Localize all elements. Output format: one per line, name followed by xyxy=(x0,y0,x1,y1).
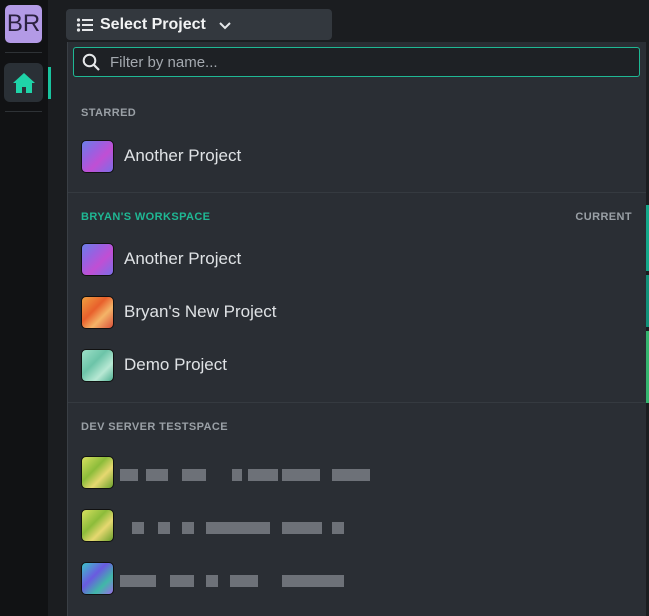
rail-divider xyxy=(5,52,42,53)
project-name: Another Project xyxy=(124,249,242,268)
current-workspace-label: CURRENT xyxy=(575,211,632,223)
project-item[interactable] xyxy=(68,503,646,547)
project-name: Another Project xyxy=(124,146,242,165)
active-indicator xyxy=(48,67,51,99)
left-rail: BR xyxy=(0,0,48,616)
project-dropdown: STARRED Another Project BRYAN'S WORKSPAC… xyxy=(67,42,646,616)
home-icon xyxy=(12,72,35,93)
section-divider xyxy=(68,402,646,403)
project-thumbnail xyxy=(81,139,114,173)
project-name: Demo Project xyxy=(124,355,227,374)
project-item[interactable]: Bryan's New Project xyxy=(68,290,646,334)
filter-input[interactable] xyxy=(108,52,612,72)
redacted-project-name xyxy=(120,575,350,587)
project-thumbnail xyxy=(81,455,114,489)
list-icon xyxy=(76,17,93,32)
project-thumbnail xyxy=(81,508,114,542)
project-item[interactable] xyxy=(68,556,646,600)
avatar-initials: BR xyxy=(6,10,41,37)
user-avatar[interactable]: BR xyxy=(5,5,42,43)
project-item[interactable]: Another Project xyxy=(68,237,646,281)
section-header-workspace: BRYAN'S WORKSPACE xyxy=(81,211,211,223)
section-header-dev-server: DEV SERVER TESTSPACE xyxy=(81,421,228,433)
project-thumbnail xyxy=(81,561,114,595)
project-item[interactable]: Demo Project xyxy=(68,343,646,387)
chevron-down-icon xyxy=(218,21,232,31)
filter-search-box[interactable] xyxy=(73,47,640,77)
project-thumbnail xyxy=(81,242,114,276)
project-thumbnail xyxy=(81,295,114,329)
home-button[interactable] xyxy=(4,63,43,102)
project-thumbnail xyxy=(81,348,114,382)
rail-divider xyxy=(5,111,42,112)
select-project-label: Select Project xyxy=(100,15,206,33)
redacted-project-name xyxy=(120,469,380,481)
select-project-button[interactable]: Select Project xyxy=(66,9,332,40)
project-name: Bryan's New Project xyxy=(124,302,277,321)
project-item[interactable]: Another Project xyxy=(68,134,646,178)
section-header-starred: STARRED xyxy=(81,107,137,119)
project-item[interactable] xyxy=(68,450,646,494)
redacted-project-name xyxy=(128,522,348,534)
section-divider xyxy=(68,192,646,193)
search-icon xyxy=(82,53,100,71)
